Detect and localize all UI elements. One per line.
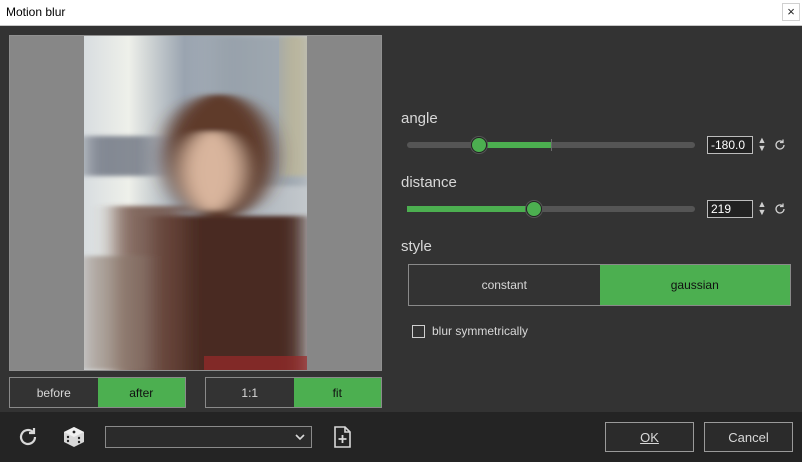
chevron-down-icon: [295, 434, 305, 441]
angle-slider-fill: [479, 142, 551, 148]
cancel-button[interactable]: Cancel: [704, 422, 793, 452]
distance-spinner[interactable]: ▲ ▼: [756, 200, 768, 218]
angle-center-tick: [551, 139, 552, 151]
ok-button[interactable]: OK: [605, 422, 694, 452]
distance-slider-handle[interactable]: [525, 201, 542, 217]
reset-icon[interactable]: [16, 425, 40, 449]
footer-bar: OK Cancel: [0, 412, 802, 462]
blur-symmetrically-label[interactable]: blur symmetrically: [432, 324, 528, 338]
ok-button-label: OK: [640, 429, 659, 445]
style-constant-button[interactable]: constant: [409, 265, 600, 305]
preview-image: [84, 36, 307, 370]
angle-spinner[interactable]: ▲ ▼: [756, 136, 768, 154]
style-selector: constant gaussian: [408, 264, 791, 306]
motion-blurred-portrait: [84, 36, 307, 370]
style-label: style: [401, 238, 432, 255]
preview-panel[interactable]: [9, 35, 382, 371]
dialog-body: before after 1:1 fit angle -180.0 ▲ ▼ dis…: [0, 26, 802, 412]
angle-label: angle: [401, 110, 438, 127]
before-button[interactable]: before: [10, 378, 98, 407]
angle-input[interactable]: -180.0: [707, 136, 753, 154]
title-bar: Motion blur ×: [0, 0, 802, 26]
distance-label: distance: [401, 174, 457, 191]
angle-reset-icon[interactable]: [773, 138, 787, 152]
zoom-toggle: 1:1 fit: [205, 377, 382, 408]
cancel-button-label: Cancel: [728, 429, 769, 445]
blur-symmetrically-checkbox[interactable]: [412, 325, 425, 338]
close-button[interactable]: ×: [782, 3, 800, 21]
window-title: Motion blur: [6, 5, 66, 19]
new-document-icon[interactable]: [330, 425, 354, 449]
style-gaussian-button[interactable]: gaussian: [599, 265, 790, 305]
preset-dropdown[interactable]: [105, 426, 312, 448]
after-button[interactable]: after: [97, 378, 185, 407]
dice-icon[interactable]: [62, 425, 86, 449]
before-after-toggle: before after: [9, 377, 186, 408]
distance-slider-fill: [407, 206, 534, 212]
distance-input[interactable]: 219: [707, 200, 753, 218]
distance-reset-icon[interactable]: [773, 202, 787, 216]
zoom-fit-button[interactable]: fit: [293, 378, 381, 407]
angle-slider-handle[interactable]: [471, 137, 487, 153]
zoom-1to1-button[interactable]: 1:1: [206, 378, 294, 407]
